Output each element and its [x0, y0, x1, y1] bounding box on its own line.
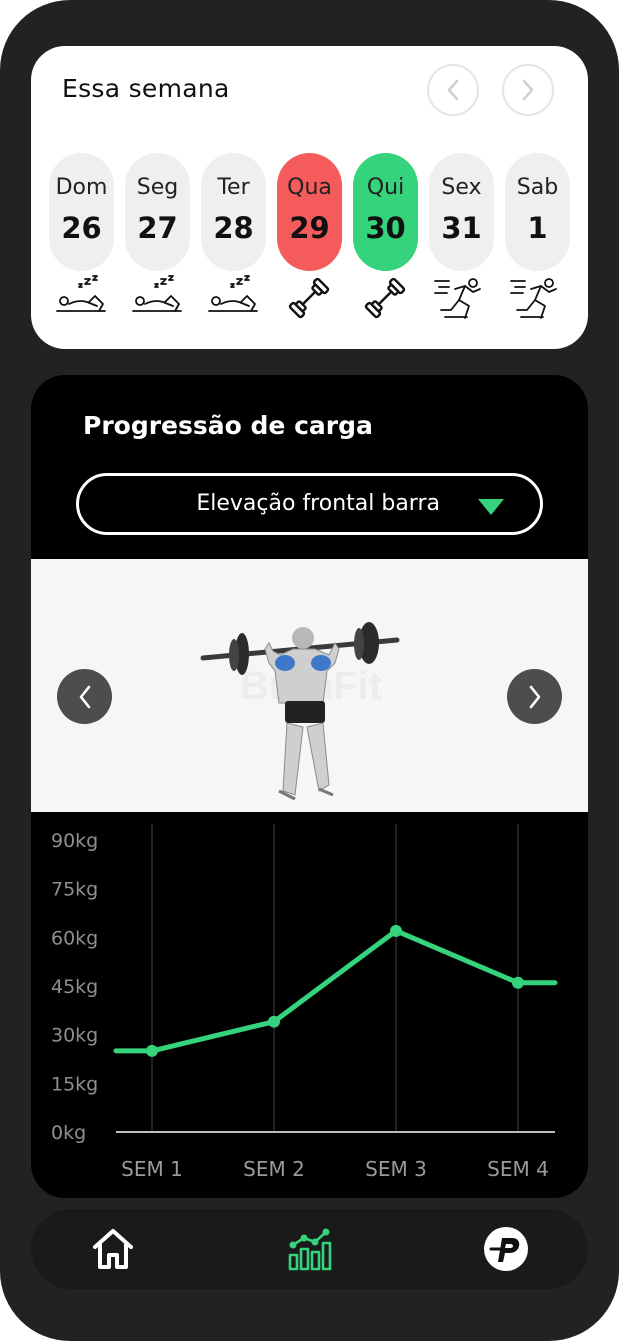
dumbbell-icon	[364, 277, 406, 319]
y-tick-label: 30kg	[51, 1025, 98, 1047]
sleep-icon	[208, 275, 258, 312]
day-name: Qui	[366, 175, 405, 200]
profile-logo-icon	[484, 1227, 528, 1271]
day-pill-qui[interactable]: Qui 30	[353, 153, 418, 271]
bottom-tab-bar	[31, 1209, 588, 1289]
x-tick-label: SEM 4	[487, 1157, 549, 1181]
exercise-illustration: BurnFit	[200, 622, 400, 801]
chevron-left-icon	[79, 685, 90, 708]
running-icon	[434, 278, 481, 319]
day-name: Dom	[55, 175, 108, 200]
phone-frame: Essa semana Dom 26 Seg 27 Ter 28 Qua 29	[0, 0, 619, 1341]
day-pill-ter[interactable]: Ter 28	[201, 153, 266, 271]
x-tick-label: SEM 1	[121, 1157, 183, 1181]
previous-exercise-button[interactable]	[57, 669, 112, 724]
y-tick-label: 75kg	[51, 879, 98, 901]
y-tick-label: 90kg	[51, 830, 98, 852]
tab-home[interactable]	[87, 1223, 139, 1275]
tab-profile[interactable]	[480, 1223, 532, 1275]
next-week-button[interactable]	[502, 64, 554, 116]
x-tick-label: SEM 2	[243, 1157, 305, 1181]
exercise-select[interactable]: Elevação frontal barra	[76, 473, 543, 535]
day-name: Seg	[136, 175, 179, 200]
day-name: Sex	[441, 175, 482, 200]
day-number: 28	[213, 211, 254, 245]
series-line	[113, 928, 558, 1054]
day-number: 26	[61, 211, 102, 245]
exercise-image: BurnFit	[31, 559, 588, 812]
day-number: 30	[365, 211, 406, 245]
load-progression-card: Progressão de carga Elevação frontal bar…	[31, 375, 588, 1198]
data-point-2	[268, 1015, 280, 1028]
day-pill-seg[interactable]: Seg 27	[125, 153, 190, 271]
running-icon	[510, 278, 557, 319]
x-tick-label: SEM 3	[365, 1157, 427, 1181]
day-number: 1	[527, 211, 548, 245]
day-pill-dom[interactable]: Dom 26	[49, 153, 114, 271]
chevron-right-icon	[529, 685, 540, 708]
data-point-1	[146, 1044, 158, 1057]
day-name: Sab	[516, 175, 559, 200]
section-title: Progressão de carga	[83, 411, 373, 440]
data-point-3	[390, 924, 402, 937]
day-number: 29	[289, 211, 330, 245]
load-line-chart: 90kg 75kg 60kg 45kg 30kg 15kg 0kg SEM 1 SEM 2 SEM…	[51, 824, 558, 1181]
chevron-right-icon	[522, 79, 534, 101]
day-number: 31	[441, 211, 482, 245]
y-tick-label: 45kg	[51, 976, 98, 998]
day-pill-qua[interactable]: Qua 29	[277, 153, 342, 271]
tab-progress[interactable]	[283, 1223, 335, 1275]
y-tick-label: 60kg	[51, 927, 98, 949]
day-pill-sex[interactable]: Sex 31	[429, 153, 494, 271]
previous-week-button[interactable]	[427, 64, 479, 116]
dumbbell-icon	[288, 277, 330, 319]
day-number: 27	[137, 211, 178, 245]
y-tick-label: 0kg	[51, 1122, 86, 1144]
day-pill-sab[interactable]: Sab 1	[505, 153, 570, 271]
chevron-left-icon	[447, 79, 459, 101]
day-name: Ter	[217, 175, 250, 200]
week-card: Essa semana Dom 26 Seg 27 Ter 28 Qua 29	[31, 46, 588, 349]
sleep-icon	[56, 275, 106, 312]
data-point-4	[512, 976, 524, 989]
chart-icon	[288, 1228, 332, 1271]
y-tick-label: 15kg	[51, 1073, 98, 1095]
sleep-icon	[132, 275, 182, 312]
next-exercise-button[interactable]	[507, 669, 562, 724]
dropdown-arrow-icon	[478, 499, 504, 515]
day-name: Qua	[287, 175, 332, 200]
home-icon	[93, 1229, 133, 1269]
week-title: Essa semana	[62, 74, 230, 103]
exercise-select-value: Elevação frontal barra	[196, 491, 440, 516]
